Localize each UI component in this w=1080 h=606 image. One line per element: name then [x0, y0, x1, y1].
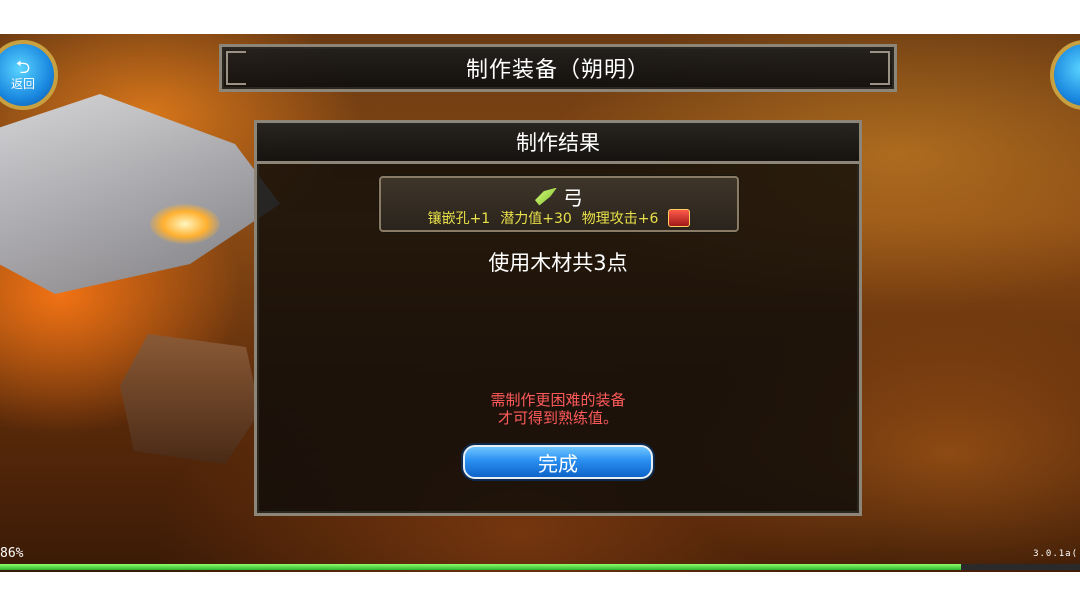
version-label: 3.0.1a(: [1033, 549, 1078, 559]
return-arrow-icon: ⮌: [15, 57, 31, 78]
dragon-head: [0, 94, 280, 294]
dragon-claw: [120, 334, 260, 464]
item-stat-potential: 潜力值+30: [500, 211, 572, 227]
hint-line-2: 才可得到熟练值。: [497, 409, 618, 427]
item-stat-attack: 物理攻击+6: [581, 211, 659, 227]
progress-bar: [0, 564, 1080, 570]
frame-corner-ornament: [870, 65, 890, 85]
item-name-row: 弓: [381, 182, 737, 211]
bow-icon: [535, 187, 557, 206]
item-name: 弓: [563, 186, 583, 210]
frame-corner-ornament: [226, 65, 246, 85]
proficiency-hint: 需制作更困难的装备 才可得到熟练值。: [257, 391, 859, 427]
result-panel-title: 制作结果: [516, 131, 600, 155]
done-button[interactable]: 完成: [463, 445, 653, 479]
progress-bar-fill: [0, 564, 962, 570]
dragon-eye-glow: [150, 204, 220, 244]
result-panel: 制作结果 弓 镶嵌孔+1 潜力值+30 物理攻击+6 使用木材共3点 需制作更困…: [254, 120, 862, 516]
item-stat-socket: 镶嵌孔+1: [427, 211, 491, 227]
treasure-chest-icon: [668, 209, 691, 227]
crafted-item-card[interactable]: 弓 镶嵌孔+1 潜力值+30 物理攻击+6: [379, 176, 739, 232]
back-label: 返回: [10, 77, 35, 91]
progress-percent: 86%: [0, 546, 24, 561]
item-stats-row: 镶嵌孔+1 潜力值+30 物理攻击+6: [381, 208, 737, 228]
page-title: 制作装备（朔明）: [465, 58, 650, 83]
title-bar: 制作装备（朔明）: [219, 44, 897, 92]
result-panel-header: 制作结果: [257, 123, 859, 164]
hint-line-1: 需制作更困难的装备: [490, 391, 626, 409]
material-usage-text: 使用木材共3点: [488, 251, 628, 275]
